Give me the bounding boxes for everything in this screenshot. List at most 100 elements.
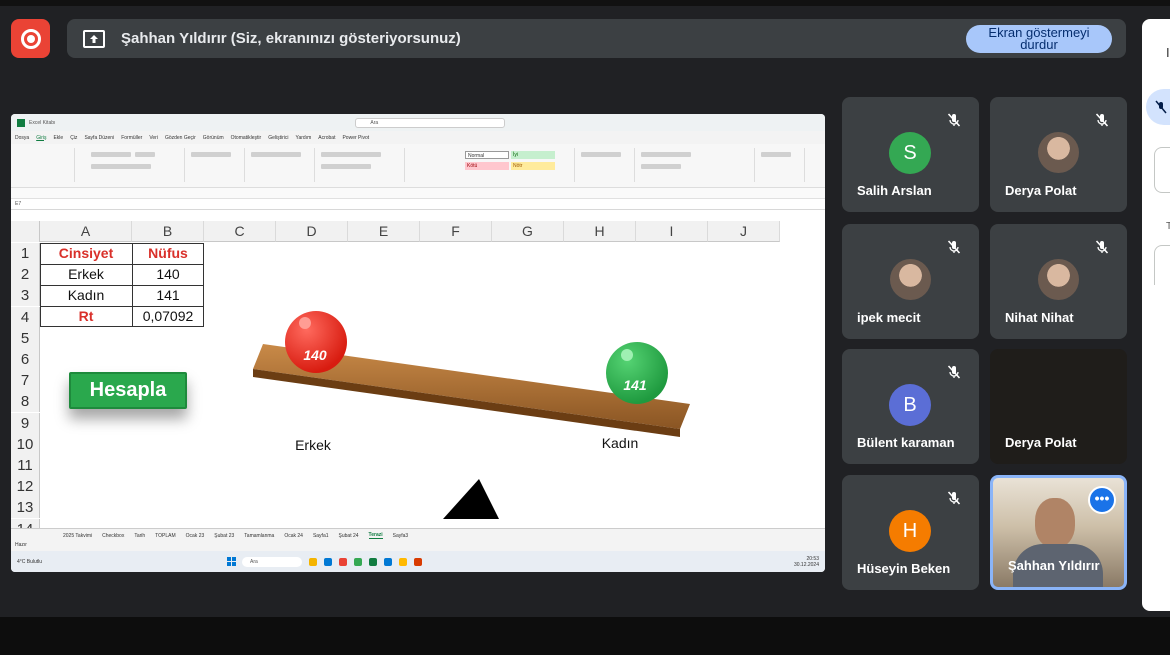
taskbar-app-icon[interactable] xyxy=(384,557,392,566)
avatar xyxy=(1038,132,1079,173)
participant-name: Hüseyin Beken xyxy=(857,561,951,576)
taskbar-app-icon[interactable] xyxy=(369,557,377,566)
participant-tile[interactable]: Derya Polat xyxy=(990,97,1127,212)
sheet-tab[interactable]: Sayfa3 xyxy=(393,533,409,539)
excel-status-bar: Hazır xyxy=(11,542,825,551)
clock-date: 30.12.2024 xyxy=(793,561,819,568)
taskbar-app-icon[interactable] xyxy=(414,557,422,566)
sheet-tab[interactable]: TOPLAM xyxy=(155,533,175,539)
right-weight-ball xyxy=(606,342,668,404)
mic-off-icon xyxy=(941,359,967,385)
share-banner: Şahhan Yıldırır (Siz, ekranınızı gösteri… xyxy=(67,19,1126,58)
excel-logo-icon xyxy=(17,118,25,127)
stop-sharing-button[interactable]: Ekran göstermeyi durdur xyxy=(966,25,1112,53)
sheet-tab[interactable]: 2025 Takvimi xyxy=(63,533,92,539)
ribbon-tab[interactable]: Acrobat xyxy=(318,135,335,141)
side-panel-list xyxy=(1154,245,1170,285)
video-feed xyxy=(1035,498,1075,548)
ribbon-tab[interactable]: Gözden Geçir xyxy=(165,135,196,141)
ribbon-tab[interactable]: Otomatikleştir xyxy=(231,135,262,141)
taskbar-app-icon[interactable] xyxy=(339,557,347,566)
participant-tile[interactable]: Derya Polat xyxy=(990,349,1127,464)
mic-off-icon xyxy=(1089,107,1115,133)
ribbon-tab[interactable]: Ekle xyxy=(53,135,63,141)
sheet-tab[interactable]: Şubat 23 xyxy=(214,533,234,539)
sheet-tab[interactable]: Checkbox xyxy=(102,533,124,539)
participant-name: ipek mecit xyxy=(857,310,921,325)
status-text: Hazır xyxy=(15,542,27,548)
present-screen-icon xyxy=(83,29,105,48)
mic-off-icon xyxy=(1089,234,1115,260)
formula-bar[interactable]: E7 xyxy=(11,199,825,210)
taskbar-weather[interactable]: 4°C Bulutlu xyxy=(17,559,217,565)
taskbar-app-icon[interactable] xyxy=(354,557,362,566)
participant-tile[interactable]: B Bülent karaman xyxy=(842,349,979,464)
ribbon-tab[interactable]: Çiz xyxy=(70,135,77,141)
mic-off-icon[interactable] xyxy=(1146,89,1170,125)
ribbon-tab[interactable]: Geliştirici xyxy=(268,135,288,141)
ribbon-tab[interactable]: Power Pivot xyxy=(342,135,369,141)
sheet-tabs: 2025 Takvimi Checkbox Tarih TOPLAM Ocak 23 Şu… xyxy=(11,528,825,542)
record-button[interactable] xyxy=(11,19,50,58)
worksheet-grid[interactable]: ABCDEFGHIJ 1234567891011121314 Cinsiyet … xyxy=(11,221,825,540)
ribbon-tab[interactable]: Görünüm xyxy=(203,135,224,141)
scale-fulcrum xyxy=(443,479,499,519)
mic-off-icon xyxy=(941,234,967,260)
taskbar-app-icon[interactable] xyxy=(309,557,317,566)
taskbar-clock[interactable]: 20:53 30.12.2024 xyxy=(794,556,819,568)
left-weight-value: 140 xyxy=(303,347,327,363)
more-options-button[interactable]: ••• xyxy=(1088,486,1116,514)
name-box[interactable]: E7 xyxy=(15,201,21,207)
shared-screen: Excel Kitabı Ara Dosya Giriş Ekle Çiz Sayfa … xyxy=(11,114,825,572)
excel-ribbon-tabs: Dosya Giriş Ekle Çiz Sayfa Düzeni Formüller Ve… xyxy=(11,131,825,144)
participant-name: Nihat Nihat xyxy=(1005,310,1074,325)
style-notr[interactable]: Nötr xyxy=(511,162,555,170)
participant-tile[interactable]: ipek mecit xyxy=(842,224,979,339)
sheet-tab[interactable]: Tarih xyxy=(134,533,145,539)
excel-window-title: Excel Kitabı xyxy=(29,119,56,126)
hesapla-button[interactable]: Hesapla xyxy=(69,372,187,409)
participant-name: Derya Polat xyxy=(1005,183,1077,198)
side-panel-title: I xyxy=(1166,45,1170,60)
taskbar-app-icon[interactable] xyxy=(324,557,332,566)
sheet-tab[interactable]: Terazi xyxy=(368,532,383,539)
avatar xyxy=(1038,259,1079,300)
share-banner-text: Şahhan Yıldırır (Siz, ekranınızı gösteri… xyxy=(121,30,461,47)
participant-name: Şahhan Yıldırır xyxy=(1008,558,1100,573)
excel-ribbon: Normal İyi Kötü Nötr xyxy=(11,144,825,188)
style-iyi[interactable]: İyi xyxy=(511,151,555,159)
ribbon-tab[interactable]: Sayfa Düzeni xyxy=(84,135,114,141)
sheet-tab[interactable]: Ocak 23 xyxy=(186,533,205,539)
windows-taskbar: 4°C Bulutlu Ara 20:53 30.12.2024 xyxy=(11,551,825,572)
ribbon-tab[interactable]: Veri xyxy=(149,135,158,141)
sheet-tab[interactable]: Şubat 24 xyxy=(339,533,359,539)
participant-tile[interactable]: H Hüseyin Beken xyxy=(842,475,979,590)
participant-tile[interactable]: Nihat Nihat xyxy=(990,224,1127,339)
participant-name: Derya Polat xyxy=(1005,435,1077,450)
left-side-label: Erkek xyxy=(295,437,332,453)
excel-search-box[interactable]: Ara xyxy=(355,117,506,128)
style-kotu[interactable]: Kötü xyxy=(465,162,509,170)
top-strip xyxy=(0,0,1170,6)
sheet-tab[interactable]: Ocak 24 xyxy=(284,533,303,539)
ribbon-tab[interactable]: Formüller xyxy=(121,135,142,141)
taskbar-app-icon[interactable] xyxy=(399,557,407,566)
start-menu-icon[interactable] xyxy=(227,557,236,566)
sheet-tab[interactable]: Tamamlanma xyxy=(244,533,274,539)
left-weight-ball xyxy=(285,311,347,373)
participant-tile[interactable]: S Salih Arslan xyxy=(842,97,979,212)
avatar: H xyxy=(889,510,931,552)
sheet-tab[interactable]: Sayfa1 xyxy=(313,533,329,539)
right-ball-highlight xyxy=(621,349,633,361)
side-panel-input[interactable] xyxy=(1154,147,1170,193)
ribbon-tab[interactable]: Yardım xyxy=(295,135,311,141)
taskbar-search[interactable]: Ara xyxy=(242,556,302,567)
style-normal[interactable]: Normal xyxy=(465,151,509,159)
mic-off-icon xyxy=(941,485,967,511)
left-ball-highlight xyxy=(299,317,311,329)
participant-tile[interactable]: ••• Şahhan Yıldırır xyxy=(990,475,1127,590)
ribbon-tab[interactable]: Dosya xyxy=(15,135,29,141)
right-weight-value: 141 xyxy=(623,377,647,393)
bottom-control-bar xyxy=(0,617,1170,655)
ribbon-tab[interactable]: Giriş xyxy=(36,135,46,141)
